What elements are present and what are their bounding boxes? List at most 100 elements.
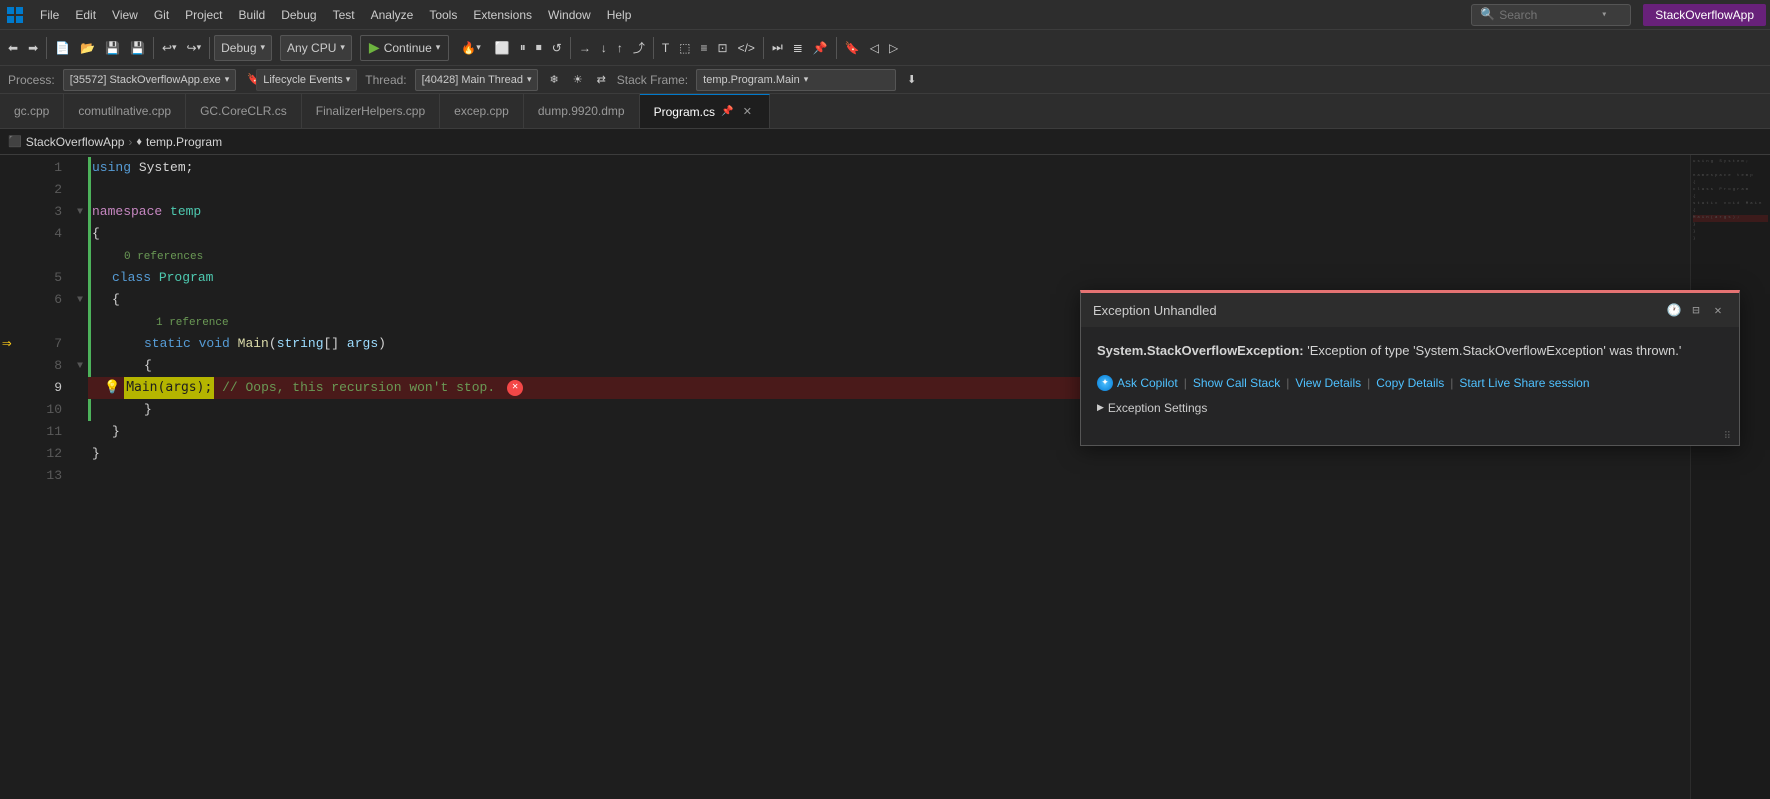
tab-gc[interactable]: gc.cpp <box>0 94 64 129</box>
tab-program-close[interactable]: ✕ <box>739 104 755 120</box>
cpu-dropdown[interactable]: Any CPU ▾ <box>280 35 352 61</box>
popup-pin-btn[interactable]: ⊟ <box>1687 301 1705 319</box>
new-file-button[interactable]: 📄 <box>51 34 74 62</box>
format-sel-button[interactable]: ≣ <box>789 34 807 62</box>
fold-8[interactable]: ▼ <box>72 355 88 377</box>
code-editor[interactable]: using System; namespace temp { 0 referen… <box>88 155 1690 799</box>
global-search[interactable]: 🔍 ▾ <box>1471 4 1631 26</box>
continue-button[interactable]: ▶ Continue ▾ <box>360 35 449 61</box>
fold-3[interactable]: ▼ <box>72 201 88 223</box>
expand-stack-btn[interactable]: ⬇ <box>904 69 919 91</box>
breakpoints-button[interactable]: ⬜ <box>491 34 514 62</box>
tab-comutil-label: comutilnative.cpp <box>78 104 171 118</box>
format-doc-button[interactable]: ⏭ <box>768 34 787 62</box>
toolbar-separator-1 <box>46 37 47 59</box>
locals-button[interactable]: ⬚ <box>675 34 694 62</box>
fold-6[interactable]: ▼ <box>72 289 88 311</box>
pause-button[interactable]: ⏸ <box>516 34 530 62</box>
app-title-button[interactable]: StackOverflowApp <box>1643 4 1766 26</box>
nav-back-button[interactable]: ⬅ <box>4 34 22 62</box>
open-file-button[interactable]: 📂 <box>76 34 99 62</box>
thread-dropdown[interactable]: [40428] Main Thread ▾ <box>415 69 539 91</box>
search-input[interactable] <box>1499 8 1599 22</box>
breadcrumb-class[interactable]: temp.Program <box>146 135 222 149</box>
show-call-stack-link[interactable]: Show Call Stack <box>1193 376 1280 390</box>
menu-help[interactable]: Help <box>599 0 640 30</box>
cpu-label: Any CPU <box>287 41 336 55</box>
thaw-thread-btn[interactable]: ☀ <box>570 69 586 91</box>
line-num-13: 13 <box>46 465 62 487</box>
breadcrumb-project[interactable]: StackOverflowApp <box>26 135 125 149</box>
fold-gutter: ▼ ▼ ▼ <box>72 155 88 799</box>
step-into-button[interactable]: ↓ <box>597 34 611 62</box>
step-over-button[interactable]: → <box>575 34 595 62</box>
watch-icon: T <box>662 41 669 55</box>
debug-mode-dropdown[interactable]: Debug ▾ <box>214 35 272 61</box>
next-bookmark-button[interactable]: ▷ <box>885 34 902 62</box>
breadcrumb-row: ⬛ StackOverflowApp › ♦ temp.Program <box>0 129 1770 155</box>
menu-project[interactable]: Project <box>177 0 230 30</box>
disassembly-button[interactable]: </> <box>734 34 759 62</box>
undo-button[interactable]: ↩▾ <box>158 34 181 62</box>
stop-button[interactable]: ⏹ <box>532 34 546 62</box>
step-back-icon: ⤴ <box>633 39 645 56</box>
step-back-button[interactable]: ⤴ <box>629 34 649 62</box>
menu-test[interactable]: Test <box>325 0 363 30</box>
token-brace-close-method: } <box>144 402 152 417</box>
switch-thread-btn[interactable]: ⇄ <box>594 69 609 91</box>
token-brackets: [] <box>324 336 340 351</box>
tab-dump[interactable]: dump.9920.dmp <box>524 94 640 129</box>
menu-analyze[interactable]: Analyze <box>363 0 422 30</box>
menu-debug[interactable]: Debug <box>273 0 324 30</box>
menu-extensions[interactable]: Extensions <box>465 0 540 30</box>
code-line-13 <box>88 465 1690 487</box>
menu-view[interactable]: View <box>104 0 146 30</box>
menu-edit[interactable]: Edit <box>67 0 104 30</box>
menu-tools[interactable]: Tools <box>421 0 465 30</box>
line-num-10: 10 <box>46 399 62 421</box>
watch-button[interactable]: T <box>658 34 673 62</box>
continue-label: Continue <box>384 41 432 55</box>
pin-button[interactable]: 📌 <box>809 34 832 62</box>
popup-history-btn[interactable]: 🕐 <box>1665 301 1683 319</box>
lightbulb-icon[interactable]: 💡 <box>104 377 120 399</box>
nav-back-icon: ⬅ <box>8 41 18 55</box>
tab-gccore[interactable]: GC.CoreCLR.cs <box>186 94 302 129</box>
token-string-type: string <box>277 336 324 351</box>
popup-close-btn[interactable]: ✕ <box>1709 301 1727 319</box>
live-share-link[interactable]: Start Live Share session <box>1459 376 1589 390</box>
redo-button[interactable]: ↪▾ <box>183 34 206 62</box>
tab-finalizer[interactable]: FinalizerHelpers.cpp <box>302 94 440 129</box>
menu-build[interactable]: Build <box>231 0 274 30</box>
save-button[interactable]: 💾 <box>101 34 124 62</box>
tab-excep[interactable]: excep.cpp <box>440 94 524 129</box>
process-dropdown[interactable]: [35572] StackOverflowApp.exe ▾ <box>63 69 237 91</box>
diagnostic-button[interactable]: ≡ <box>697 34 712 62</box>
format-sel-icon: ≣ <box>793 41 803 55</box>
tab-comutil[interactable]: comutilnative.cpp <box>64 94 186 129</box>
diagnostic-icon: ≡ <box>701 41 708 55</box>
copy-details-link[interactable]: Copy Details <box>1376 376 1444 390</box>
restart-button[interactable]: ↺ <box>548 34 566 62</box>
process-label: Process: <box>8 73 55 87</box>
stack-frame-dropdown[interactable]: temp.Program.Main ▾ <box>696 69 896 91</box>
nav-forward-icon: ➡ <box>28 41 38 55</box>
menu-window[interactable]: Window <box>540 0 599 30</box>
freeze-thread-btn[interactable]: ❄ <box>546 69 561 91</box>
prev-bookmark-button[interactable]: ◁ <box>866 34 883 62</box>
menu-git[interactable]: Git <box>146 0 177 30</box>
view-details-link[interactable]: View Details <box>1295 376 1361 390</box>
memory-button[interactable]: ⊡ <box>714 34 732 62</box>
lifecycle-events-btn[interactable]: Lifecycle Events ▾ <box>256 69 357 91</box>
menu-file[interactable]: File <box>32 0 67 30</box>
hot-reload-button[interactable]: 🔥 ▾ <box>457 34 484 62</box>
locals-icon: ⬚ <box>679 41 690 55</box>
ask-copilot-link[interactable]: Ask Copilot <box>1117 376 1178 390</box>
step-out-button[interactable]: ↑ <box>613 34 627 62</box>
exception-settings[interactable]: ▶ Exception Settings <box>1097 401 1723 415</box>
bookmark-button[interactable]: 🔖 <box>841 34 864 62</box>
nav-forward-button[interactable]: ➡ <box>24 34 42 62</box>
save-all-button[interactable]: 💾 <box>126 34 149 62</box>
tab-program[interactable]: Program.cs 📌 ✕ <box>640 94 771 129</box>
tab-gc-label: gc.cpp <box>14 104 49 118</box>
